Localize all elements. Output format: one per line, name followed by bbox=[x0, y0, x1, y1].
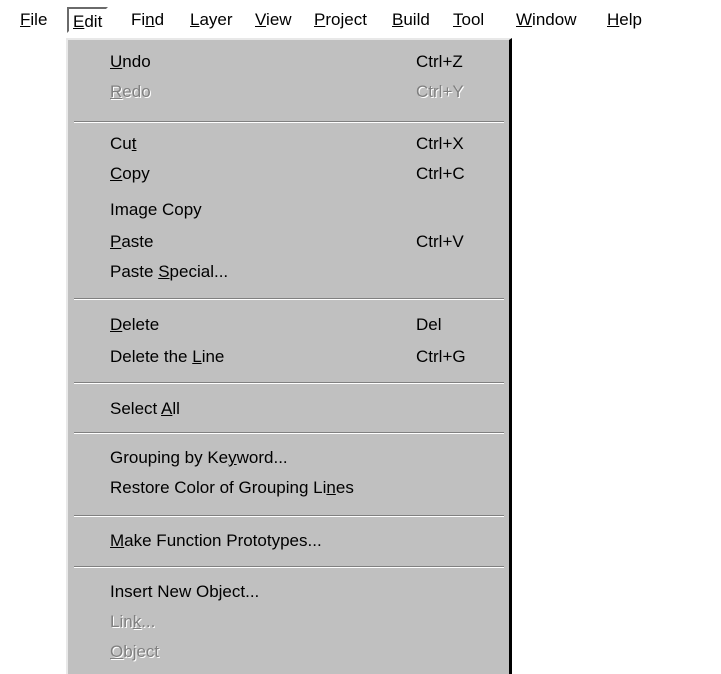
menu-item-delete-the-line-label: Delete the Line bbox=[110, 347, 225, 366]
menu-view[interactable]: View bbox=[251, 7, 296, 33]
menu-item-copy-shortcut: Ctrl+C bbox=[416, 164, 465, 183]
menu-item-paste-special[interactable]: Paste Special... bbox=[68, 257, 509, 287]
menu-layer[interactable]: Layer bbox=[186, 7, 237, 33]
menu-find-label: Find bbox=[131, 10, 165, 29]
menu-window[interactable]: Window bbox=[512, 7, 580, 33]
menu-help-label: Help bbox=[607, 10, 642, 29]
menu-item-paste-shortcut: Ctrl+V bbox=[416, 232, 464, 251]
menu-build-label: Build bbox=[392, 10, 430, 29]
menu-view-label: View bbox=[255, 10, 292, 29]
menu-tool-label: Tool bbox=[453, 10, 485, 29]
menu-separator bbox=[74, 382, 504, 384]
menu-item-cut[interactable]: Cut Ctrl+X bbox=[68, 129, 509, 159]
menu-item-delete-the-line[interactable]: Delete the Line Ctrl+G bbox=[68, 342, 509, 372]
menu-item-insert-new-object-label: Insert New Object... bbox=[110, 582, 260, 601]
menu-separator bbox=[74, 566, 504, 568]
menu-item-image-copy-label: Image Copy bbox=[110, 200, 202, 219]
menu-item-link[interactable]: Link... bbox=[68, 607, 509, 637]
menu-item-image-copy[interactable]: Image Copy bbox=[68, 195, 509, 225]
menu-tool[interactable]: Tool bbox=[449, 7, 488, 33]
menu-separator bbox=[74, 298, 504, 300]
menu-file-label: File bbox=[20, 10, 48, 29]
menu-item-make-function-prototypes-label: Make Function Prototypes... bbox=[110, 531, 322, 550]
menu-item-delete-the-line-shortcut: Ctrl+G bbox=[416, 347, 466, 366]
menu-separator bbox=[74, 515, 504, 517]
menu-item-make-function-prototypes[interactable]: Make Function Prototypes... bbox=[68, 526, 509, 556]
menu-item-redo-shortcut: Ctrl+Y bbox=[416, 82, 464, 101]
menu-window-label: Window bbox=[516, 10, 577, 29]
menu-separator bbox=[74, 121, 504, 123]
menu-item-redo[interactable]: Redo Ctrl+Y bbox=[68, 77, 509, 107]
menu-item-delete-label: Delete bbox=[110, 315, 160, 334]
menu-project[interactable]: Project bbox=[310, 7, 371, 33]
menu-item-paste[interactable]: Paste Ctrl+V bbox=[68, 227, 509, 257]
menu-item-undo[interactable]: Undo Ctrl+Z bbox=[68, 47, 509, 77]
menu-item-restore-color[interactable]: Restore Color of Grouping Lines bbox=[68, 473, 509, 503]
menu-separator bbox=[74, 432, 504, 434]
menu-item-paste-special-label: Paste Special... bbox=[110, 262, 229, 281]
menu-item-redo-label: Redo bbox=[110, 82, 151, 101]
edit-menu-dropdown: Undo Ctrl+Z Redo Ctrl+Y Cut Ctrl+X Copy … bbox=[66, 38, 512, 674]
menu-item-cut-label: Cut bbox=[110, 134, 137, 153]
menu-item-grouping-by-keyword[interactable]: Grouping by Keyword... bbox=[68, 443, 509, 473]
menu-item-select-all[interactable]: Select All bbox=[68, 394, 509, 424]
menu-build[interactable]: Build bbox=[388, 7, 434, 33]
menu-item-object-label: Object bbox=[110, 642, 160, 661]
menu-item-object[interactable]: Object bbox=[68, 637, 509, 667]
menu-bar: File Edit Find Layer View Project Build … bbox=[0, 0, 721, 38]
menu-item-undo-label: Undo bbox=[110, 52, 151, 71]
menu-item-copy[interactable]: Copy Ctrl+C bbox=[68, 159, 509, 189]
menu-file[interactable]: File bbox=[16, 7, 51, 33]
menu-item-delete-shortcut: Del bbox=[416, 315, 442, 334]
menu-item-select-all-label: Select All bbox=[110, 399, 180, 418]
menu-item-delete[interactable]: Delete Del bbox=[68, 310, 509, 340]
menu-item-link-label: Link... bbox=[110, 612, 156, 631]
menu-item-restore-color-label: Restore Color of Grouping Lines bbox=[110, 478, 354, 497]
menu-layer-label: Layer bbox=[190, 10, 233, 29]
menu-help[interactable]: Help bbox=[603, 7, 646, 33]
menu-item-paste-label: Paste bbox=[110, 232, 154, 251]
menu-project-label: Project bbox=[314, 10, 367, 29]
menu-item-undo-shortcut: Ctrl+Z bbox=[416, 52, 463, 71]
menu-item-grouping-by-keyword-label: Grouping by Keyword... bbox=[110, 448, 288, 467]
menu-find[interactable]: Find bbox=[127, 7, 168, 33]
menu-item-copy-label: Copy bbox=[110, 164, 150, 183]
menu-edit[interactable]: Edit bbox=[67, 7, 109, 33]
menu-item-cut-shortcut: Ctrl+X bbox=[416, 134, 464, 153]
menu-item-insert-new-object[interactable]: Insert New Object... bbox=[68, 577, 509, 607]
menu-edit-label: Edit bbox=[73, 12, 103, 31]
